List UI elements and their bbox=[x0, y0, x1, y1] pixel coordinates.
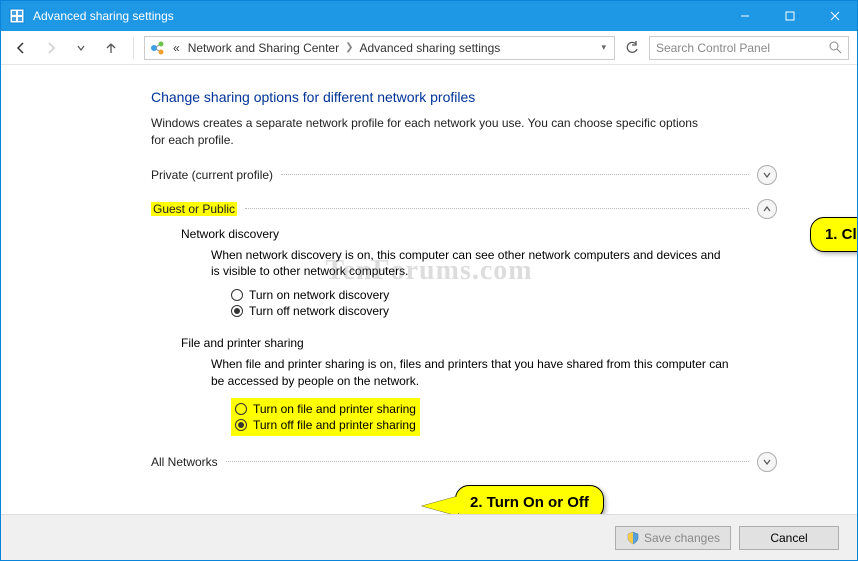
window-title: Advanced sharing settings bbox=[33, 9, 722, 23]
search-input[interactable]: Search Control Panel bbox=[649, 36, 849, 60]
nav-bar: « Network and Sharing Center ❯ Advanced … bbox=[1, 31, 857, 65]
section-all-networks[interactable]: All Networks bbox=[151, 452, 777, 472]
address-bar[interactable]: « Network and Sharing Center ❯ Advanced … bbox=[144, 36, 615, 60]
back-button[interactable] bbox=[9, 36, 33, 60]
maximize-button[interactable] bbox=[767, 1, 812, 31]
forward-button[interactable] bbox=[39, 36, 63, 60]
content-area: TenForums.com Change sharing options for… bbox=[1, 65, 857, 514]
page-heading: Change sharing options for different net… bbox=[151, 89, 777, 105]
collapse-guest-icon[interactable] bbox=[757, 199, 777, 219]
network-discovery-title: Network discovery bbox=[181, 227, 777, 241]
radio-fp-off[interactable]: Turn off file and printer sharing bbox=[235, 418, 416, 432]
breadcrumb-prefix: « bbox=[171, 41, 182, 55]
save-changes-button[interactable]: Save changes bbox=[615, 526, 731, 550]
cancel-button[interactable]: Cancel bbox=[739, 526, 839, 550]
recent-locations-button[interactable] bbox=[69, 36, 93, 60]
file-printer-options: Turn on file and printer sharing Turn of… bbox=[231, 398, 420, 436]
file-printer-text: When file and printer sharing is on, fil… bbox=[211, 356, 731, 390]
radio-nd-on[interactable]: Turn on network discovery bbox=[231, 288, 777, 302]
address-dropdown-icon[interactable]: ▾ bbox=[601, 42, 606, 53]
section-allnet-label: All Networks bbox=[151, 455, 218, 469]
button-bar: Save changes Cancel bbox=[1, 514, 857, 560]
breadcrumb-advanced-sharing[interactable]: Advanced sharing settings bbox=[358, 41, 503, 55]
radio-nd-off[interactable]: Turn off network discovery bbox=[231, 304, 777, 318]
control-panel-icon bbox=[9, 8, 25, 24]
search-placeholder: Search Control Panel bbox=[656, 41, 770, 55]
close-button[interactable] bbox=[812, 1, 857, 31]
search-icon bbox=[829, 41, 842, 54]
radio-icon bbox=[235, 403, 247, 415]
network-discovery-text: When network discovery is on, this compu… bbox=[211, 247, 731, 281]
breadcrumb-network-center[interactable]: Network and Sharing Center bbox=[186, 41, 341, 55]
radio-selected-icon bbox=[231, 305, 243, 317]
section-guest[interactable]: Guest or Public bbox=[151, 199, 777, 219]
section-private-label: Private (current profile) bbox=[151, 168, 273, 182]
callout-turn-on-off: 2. Turn On or Off bbox=[455, 485, 604, 514]
refresh-button[interactable] bbox=[621, 37, 643, 59]
chevron-right-icon[interactable]: ❯ bbox=[345, 42, 353, 53]
section-private[interactable]: Private (current profile) bbox=[151, 165, 777, 185]
guest-subsection: Network discovery When network discovery… bbox=[181, 227, 777, 436]
expand-private-icon[interactable] bbox=[757, 165, 777, 185]
radio-fp-on[interactable]: Turn on file and printer sharing bbox=[235, 402, 416, 416]
radio-icon bbox=[231, 289, 243, 301]
section-guest-label: Guest or Public bbox=[151, 202, 237, 216]
callout-click-on: 1. Click on bbox=[810, 217, 857, 252]
file-printer-title: File and printer sharing bbox=[181, 336, 777, 350]
up-button[interactable] bbox=[99, 36, 123, 60]
radio-selected-icon bbox=[235, 419, 247, 431]
network-center-icon bbox=[149, 39, 167, 57]
title-bar: Advanced sharing settings bbox=[1, 1, 857, 31]
page-description: Windows creates a separate network profi… bbox=[151, 115, 711, 149]
shield-icon bbox=[626, 531, 640, 545]
network-discovery-options: Turn on network discovery Turn off netwo… bbox=[231, 288, 777, 318]
minimize-button[interactable] bbox=[722, 1, 767, 31]
expand-allnet-icon[interactable] bbox=[757, 452, 777, 472]
